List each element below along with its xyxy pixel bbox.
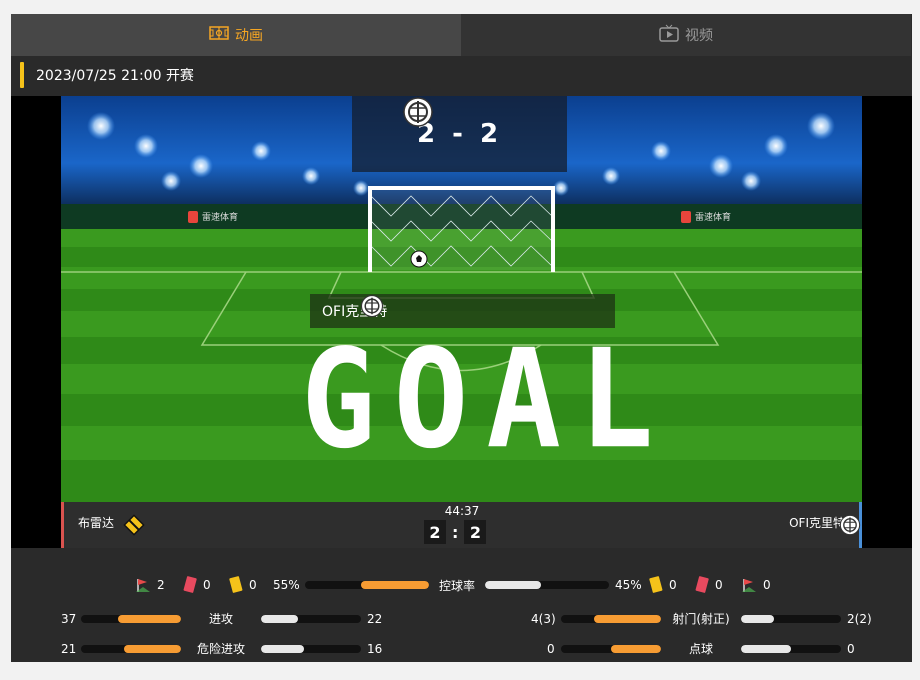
stat-home-fill bbox=[611, 644, 661, 653]
score-digits: 2 : 2 bbox=[424, 520, 487, 544]
match-stats: 2 0 0 55% 控球率 45% 0 0 0 37 进攻 22 21 危险进攻… bbox=[11, 548, 912, 662]
stat-away-bar bbox=[741, 644, 841, 653]
stat-home-fill bbox=[118, 614, 181, 623]
brand-name: 雷速体育 bbox=[202, 213, 239, 223]
away-possession: 45% bbox=[615, 578, 642, 592]
away-yellow-cards: 0 bbox=[669, 578, 677, 592]
tab-video[interactable]: 视频 bbox=[461, 14, 911, 56]
red-card-icon bbox=[183, 576, 197, 594]
home-team-name: 布雷达 bbox=[78, 516, 115, 530]
kickoff-marker bbox=[20, 62, 24, 88]
stat-away-bar bbox=[741, 614, 841, 623]
brand-logo-icon bbox=[188, 210, 198, 223]
stat-away-fill bbox=[261, 614, 299, 623]
home-possession: 55% bbox=[273, 578, 300, 592]
brand-logo-icon bbox=[681, 210, 691, 223]
home-red-cards: 0 bbox=[203, 578, 211, 592]
brand-name: 雷速体育 bbox=[695, 213, 732, 223]
stat-home-value: 37 bbox=[61, 611, 77, 626]
away-corners: 0 bbox=[763, 578, 771, 592]
home-yellow-cards: 0 bbox=[249, 578, 257, 592]
goal-net bbox=[368, 186, 555, 272]
score-bar: 布雷达 44:37 2 : 2 OFI克里特 bbox=[61, 502, 862, 548]
ball-icon bbox=[410, 250, 428, 268]
match-clock: 44:37 bbox=[444, 504, 480, 518]
yellow-card-icon bbox=[649, 576, 663, 594]
away-red-cards: 0 bbox=[715, 578, 723, 592]
home-score: 2 bbox=[424, 520, 446, 544]
tab-animation-label: 动画 bbox=[235, 28, 263, 44]
stat-home-value: 0 bbox=[547, 641, 555, 656]
tv-icon bbox=[659, 24, 679, 46]
brand-board-right: 雷速体育 bbox=[681, 210, 731, 223]
home-color-mark bbox=[61, 502, 64, 548]
stat-label: 射门(射正) bbox=[672, 612, 730, 626]
home-possession-bar bbox=[305, 581, 429, 589]
stat-away-value: 22 bbox=[367, 611, 383, 626]
stat-home-bar bbox=[81, 614, 181, 623]
stat-home-bar bbox=[81, 644, 181, 653]
kickoff-time: 2023/07/25 21:00 开赛 bbox=[36, 68, 194, 84]
stat-away-bar bbox=[261, 614, 361, 623]
match-widget: 动画 视频 2023/07/25 21:00 开赛 2 - 2 雷速体育 雷速体… bbox=[11, 14, 912, 662]
stat-away-fill bbox=[741, 644, 791, 653]
stat-home-value: 21 bbox=[61, 641, 77, 656]
goal-text: GOAL bbox=[301, 320, 672, 480]
stat-row-attacks: 37 进攻 22 bbox=[61, 610, 397, 627]
corner-flag-icon bbox=[135, 577, 151, 593]
stat-away-fill bbox=[261, 644, 305, 653]
possession-label: 控球率 bbox=[438, 578, 475, 593]
top-scoreboard: 2 - 2 bbox=[352, 96, 567, 172]
stat-home-fill bbox=[594, 614, 661, 623]
summary-row: 2 0 0 55% 控球率 45% 0 0 0 bbox=[135, 576, 785, 594]
away-possession-fill bbox=[485, 581, 541, 589]
yellow-card-icon bbox=[229, 576, 243, 594]
stat-away-value: 2(2) bbox=[847, 611, 872, 626]
stat-label: 点球 bbox=[688, 642, 713, 656]
stat-home-fill bbox=[124, 644, 181, 653]
away-score: 2 bbox=[464, 520, 487, 544]
stat-away-value: 0 bbox=[847, 641, 855, 656]
stat-label: 进攻 bbox=[208, 612, 233, 626]
brand-board-left: 雷速体育 bbox=[188, 210, 238, 223]
stat-away-bar bbox=[261, 644, 361, 653]
red-card-icon bbox=[695, 576, 709, 594]
match-animation: 2 - 2 雷速体育 雷速体育 OFI克里特 GOAL 布雷达 44:37 2 … bbox=[11, 96, 912, 548]
stat-away-value: 16 bbox=[367, 641, 383, 656]
corner-flag-icon bbox=[741, 577, 757, 593]
pitch-icon bbox=[209, 26, 229, 44]
view-tabs: 动画 视频 bbox=[11, 14, 912, 56]
stat-home-bar bbox=[561, 644, 661, 653]
home-team: 布雷达 bbox=[73, 514, 145, 536]
stat-row-shots: 4(3) 射门(射正) 2(2) bbox=[531, 610, 881, 627]
stat-row-penalties: 0 点球 0 bbox=[531, 640, 881, 657]
score-separator: : bbox=[452, 522, 459, 542]
away-team-name: OFI克里特 bbox=[789, 516, 845, 530]
away-possession-bar bbox=[485, 581, 609, 589]
stat-home-bar bbox=[561, 614, 661, 623]
home-corners: 2 bbox=[157, 578, 165, 592]
stat-away-fill bbox=[741, 614, 775, 623]
tab-animation[interactable]: 动画 bbox=[11, 14, 461, 56]
stat-home-value: 4(3) bbox=[531, 611, 556, 626]
home-possession-fill bbox=[360, 581, 429, 589]
stat-label: 危险进攻 bbox=[196, 642, 245, 656]
kickoff-bar: 2023/07/25 21:00 开赛 bbox=[11, 56, 912, 94]
tab-video-label: 视频 bbox=[685, 28, 713, 44]
stat-row-dangerous-attacks: 21 危险进攻 16 bbox=[61, 640, 397, 657]
away-team: OFI克里特 bbox=[789, 514, 861, 536]
